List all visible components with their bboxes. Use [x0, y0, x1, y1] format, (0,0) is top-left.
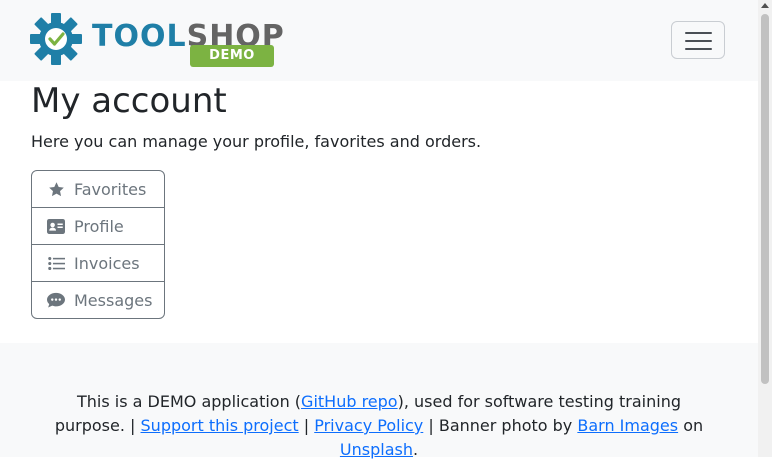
footer-text-part: | Banner photo by [423, 416, 578, 435]
support-project-link[interactable]: Support this project [141, 416, 299, 435]
privacy-policy-link[interactable]: Privacy Policy [314, 416, 423, 435]
main-content: My account Here you can manage your prof… [0, 81, 758, 343]
navbar-toggle-button[interactable] [671, 21, 725, 59]
brand-word-tool: TOOL [92, 19, 187, 54]
page-lead: Here you can manage your profile, favori… [31, 132, 482, 151]
footer-separator: | [298, 416, 315, 435]
list-icon [47, 254, 65, 272]
footer: This is a DEMO application (GitHub repo)… [0, 343, 758, 459]
github-repo-link[interactable]: GitHub repo [301, 392, 398, 411]
brand-logo[interactable]: TOOLSHOP DEMO [30, 12, 284, 70]
footer-text-part: This is a DEMO application ( [77, 392, 302, 411]
menu-item-label: Profile [74, 216, 124, 236]
navbar: TOOLSHOP DEMO [0, 0, 758, 81]
id-card-icon [47, 217, 65, 235]
menu-item-label: Invoices [74, 253, 140, 273]
unsplash-link[interactable]: Unsplash [340, 440, 413, 459]
menu-item-profile[interactable]: Profile [32, 208, 164, 245]
barn-images-link[interactable]: Barn Images [577, 416, 678, 435]
demo-badge: DEMO [190, 45, 274, 67]
comment-icon [47, 291, 65, 309]
footer-text: This is a DEMO application (GitHub repo)… [40, 390, 718, 462]
account-menu: Favorites Profile Invoices Messages [31, 170, 165, 319]
page-title: My account [31, 81, 227, 121]
footer-text-part: on [678, 416, 704, 435]
menu-item-invoices[interactable]: Invoices [32, 245, 164, 282]
star-icon [47, 180, 65, 198]
page-scrollbar[interactable] [758, 0, 772, 457]
menu-item-messages[interactable]: Messages [32, 282, 164, 318]
scroll-up-arrow-icon[interactable] [761, 3, 769, 8]
gear-check-icon [30, 13, 82, 65]
menu-item-label: Messages [74, 290, 153, 310]
menu-item-label: Favorites [74, 179, 147, 199]
menu-item-favorites[interactable]: Favorites [32, 171, 164, 208]
footer-text-part: . [412, 440, 419, 459]
scrollbar-thumb[interactable] [761, 14, 769, 384]
